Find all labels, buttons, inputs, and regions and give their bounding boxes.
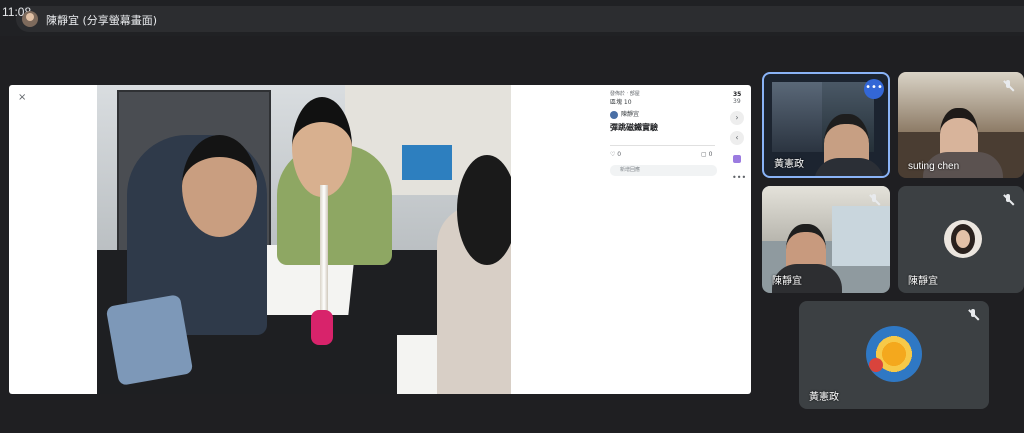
participant-tile[interactable]: 陳靜宜 <box>898 186 1024 293</box>
shared-screen: × 發佈於 ‧ 部屋 區塊 10 陳靜宜 彈跳磁鐵實驗 ♡ 0 ▢ 0 新增回應… <box>9 85 751 394</box>
mic-off-icon <box>967 309 979 321</box>
divider <box>610 145 715 146</box>
post-meta: 發佈於 ‧ 部屋 <box>610 91 640 97</box>
photo-box <box>402 145 452 180</box>
more-icon[interactable]: ••• <box>732 173 746 182</box>
side-count: 35 <box>733 91 742 98</box>
participant-name: 黃憲政 <box>809 392 839 403</box>
side-count-total: 39 <box>733 98 741 105</box>
mic-off-icon <box>868 194 880 206</box>
participant-name: 陳靜宜 <box>908 276 938 287</box>
post-panel: 發佈於 ‧ 部屋 區塊 10 陳靜宜 彈跳磁鐵實驗 ♡ 0 ▢ 0 新增回應 <box>607 85 717 394</box>
photo-student-head <box>182 135 257 237</box>
like-count-value: 0 <box>617 151 622 158</box>
reply-input[interactable]: 新增回應 <box>610 165 717 176</box>
tile-background <box>772 82 822 152</box>
mic-off-icon <box>1002 80 1014 92</box>
presenter-avatar <box>22 11 38 27</box>
post-author: 陳靜宜 <box>610 109 639 119</box>
comment-count-value: 0 <box>708 151 713 158</box>
mic-off-icon <box>1002 194 1014 206</box>
avatar <box>944 220 982 258</box>
like-count[interactable]: ♡ 0 <box>610 151 621 158</box>
prev-button[interactable]: ‹ <box>730 131 744 145</box>
presenter-chip[interactable] <box>16 6 1024 32</box>
close-icon[interactable]: × <box>18 92 26 103</box>
photo-magnet-base <box>311 310 333 345</box>
photo-pencil-case <box>105 294 194 386</box>
comment-count[interactable]: ▢ 0 <box>701 151 712 158</box>
photo-student-head <box>292 97 352 197</box>
participant-name: 黃憲政 <box>774 159 804 170</box>
more-options-button[interactable]: ••• <box>864 79 884 99</box>
avatar <box>866 326 922 382</box>
participant-video <box>814 158 884 176</box>
post-number: 區塊 10 <box>610 99 632 106</box>
tile-background <box>832 206 890 266</box>
next-button[interactable]: › <box>730 111 744 125</box>
app-icon[interactable] <box>733 155 741 163</box>
author-avatar <box>610 110 618 119</box>
participant-tile[interactable]: 陳靜宜 <box>762 186 890 293</box>
participant-name: suting chen <box>908 161 960 172</box>
author-name: 陳靜宜 <box>621 111 640 118</box>
participant-tile[interactable]: 黃憲政 <box>799 301 989 409</box>
post-title: 彈跳磁鐵實驗 <box>610 123 658 132</box>
participant-name: 陳靜宜 <box>772 276 802 287</box>
participant-tile[interactable]: suting chen <box>898 72 1024 178</box>
classroom-photo <box>97 85 511 394</box>
photo-student-head <box>457 155 511 265</box>
presenter-label: 陳靜宜 (分享螢幕畫面) <box>46 14 158 27</box>
